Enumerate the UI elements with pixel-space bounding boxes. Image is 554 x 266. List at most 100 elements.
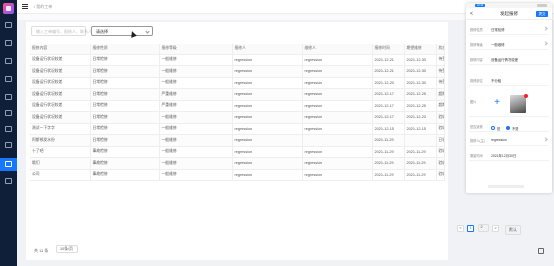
table-row[interactable]: 测试一下字字 日常检修 一般维修 regression regression 2021-1… xyxy=(30,123,445,135)
table-cell: regression xyxy=(232,54,303,66)
table-cell: 验收不通过 xyxy=(436,169,445,181)
table-cell: 日常检修 xyxy=(90,134,160,147)
status-select-value: 请选择 xyxy=(96,29,108,34)
table-cell: 待受理 xyxy=(436,77,445,89)
table-row[interactable]: 设备运行状况较差 日常检修 一般维修 regression regression 2021… xyxy=(30,111,445,124)
table-cell: 超期待受理 xyxy=(436,88,445,101)
sidebar-gear-icon[interactable] xyxy=(5,126,12,132)
table-cell: regression xyxy=(302,123,373,135)
table-cell: regression xyxy=(302,169,373,181)
table-row[interactable]: 设备运行状况较差 日常检修 严重维修 regression regression 2021… xyxy=(30,100,445,112)
table-cell: 设备运行状况较差 xyxy=(30,54,91,66)
submit-button[interactable]: 提交 xyxy=(536,11,548,17)
search-input[interactable]: 输入工单编号、报修人、联系人 xyxy=(31,26,92,36)
radio-no-label: 不是 xyxy=(512,127,519,131)
table-cell: regression xyxy=(302,54,373,66)
table-cell: 一般维修 xyxy=(159,146,233,158)
size-button[interactable]: 默认 xyxy=(505,225,521,235)
table-cell: 哦们 xyxy=(30,157,91,170)
table-row[interactable]: 设备运行状况较差 日常检修 一般维修 regression regression 2021… xyxy=(30,54,445,66)
pager-total: 共 11 条 xyxy=(34,248,49,253)
table-body: 设备运行状况较差 日常检修 一般维修 regression regression 2021… xyxy=(30,54,445,181)
field-label: 期望时间 xyxy=(470,154,483,158)
signal-battery-icon xyxy=(537,4,547,7)
table-cell: 验收通过 xyxy=(436,111,445,124)
work-order-table: 报修内容报修性质报修等级报修人维修人报修时间期望维修状态 设备运行状况较差日常检… xyxy=(30,44,445,181)
menu-toggle-icon[interactable] xyxy=(22,4,28,9)
table-cell: 2021-12-17 xyxy=(372,111,405,124)
field-expected-time[interactable]: 期望时间 2021年12月30日 xyxy=(469,149,549,161)
table-cell: regression xyxy=(232,146,303,158)
table-cell: 2021-11-29 xyxy=(372,146,405,158)
table-cell: regression xyxy=(302,65,373,78)
delete-photo-icon[interactable] xyxy=(524,94,528,98)
column-header: 报修性质 xyxy=(90,44,160,55)
column-header: 报修人 xyxy=(232,44,303,55)
sidebar-doc-icon[interactable] xyxy=(5,94,12,100)
page-1-button[interactable]: 1 xyxy=(467,225,474,232)
table-cell: regression xyxy=(232,123,303,135)
radio-yes[interactable] xyxy=(491,126,495,130)
field-repair-location[interactable]: 报修部位 不分租 xyxy=(469,74,549,86)
table-cell xyxy=(302,134,373,147)
table-cell: 一般维修 xyxy=(159,111,233,124)
table-cell: 2021-12-17 xyxy=(372,88,405,101)
table-cell: 2021-12-20 xyxy=(372,77,405,89)
next-page-button[interactable]: > xyxy=(492,225,499,232)
app-logo xyxy=(3,3,14,14)
table-cell: 日常检修 xyxy=(90,100,160,112)
sidebar-home-icon[interactable] xyxy=(5,22,12,28)
sidebar-user-icon[interactable] xyxy=(5,110,12,116)
field-repair-level[interactable]: 报修等级 一般维修 xyxy=(469,38,549,50)
table-cell: regression xyxy=(302,157,373,170)
table-cell: 验收通过 xyxy=(436,123,445,135)
table-cell: 待受理 xyxy=(436,54,445,66)
table-row[interactable]: 公司 事故检修 一般维修 regression regression 2021-11-29… xyxy=(30,169,445,181)
table-cell: regression xyxy=(302,111,373,124)
drawer-header: < 发起报修 提交 xyxy=(466,8,552,20)
table-cell: regression xyxy=(302,146,373,158)
scroll-indicator xyxy=(488,185,524,188)
sidebar-device-icon[interactable] xyxy=(5,58,12,64)
status-time: 10:30 xyxy=(475,4,485,7)
sidebar-repair-icon[interactable] xyxy=(5,161,12,167)
table-cell: regression xyxy=(232,65,303,78)
sidebar-chart-icon[interactable] xyxy=(5,40,12,46)
field-label: 图片 xyxy=(470,100,477,104)
radio-no[interactable] xyxy=(506,126,510,130)
field-reporter[interactable]: 报修人(主) regression xyxy=(469,134,549,146)
table-row[interactable]: 设备运行状况较差 日常检修 一般维修 regression regression 2021… xyxy=(30,65,445,78)
page-size-select[interactable]: 10条/页 xyxy=(56,245,78,253)
table-cell: 日常检修 xyxy=(90,88,160,101)
radio-yes-label: 是 xyxy=(497,127,501,131)
table-cell: 验收不通过 xyxy=(436,157,445,170)
table-row[interactable]: 设备运行状况较差 日常检修 一般维修 regression regression 2021… xyxy=(30,77,445,89)
page-2-button[interactable]: 2 xyxy=(478,225,485,232)
table-cell: 设备运行状况较差 xyxy=(30,88,91,101)
table-cell: 设备运行状况较差 xyxy=(30,77,91,89)
prev-page-button[interactable]: < xyxy=(457,225,464,232)
table-cell: regression xyxy=(232,100,303,112)
field-repair-type[interactable]: 报修性质 日常检修 xyxy=(469,23,549,35)
sidebar-tool-icon[interactable] xyxy=(5,142,12,148)
photo-thumbnail[interactable] xyxy=(510,95,526,113)
mobile-preview-drawer: 10:30 < 发起报修 提交 报修性质 日常检修 报修等级 一般维修 报修内容… xyxy=(466,3,552,193)
sidebar-list-icon[interactable] xyxy=(5,76,12,82)
table-cell: 日常检修 xyxy=(90,54,160,66)
table-row[interactable]: 阿斯顿发水份日常检修一般维修regression 2021-11-29 已驳回 xyxy=(30,134,445,147)
toolbar-bottom-icon[interactable] xyxy=(538,248,544,254)
table-row[interactable]: 哦们 事故检修 一般维修 regression regression 2021-11-29… xyxy=(30,157,445,170)
field-repair-content[interactable]: 报修内容 设备运行情况较差 xyxy=(469,53,549,65)
table-row[interactable]: 设备运行状况较差 日常检修 严重维修 regression regression 2021… xyxy=(30,88,445,101)
upload-plus-button[interactable]: + xyxy=(491,97,503,109)
column-header: 状态 xyxy=(436,44,445,55)
table-cell: 2021-12-25 xyxy=(404,100,437,112)
sidebar-report-icon[interactable] xyxy=(5,178,12,184)
table-row[interactable]: 十了吧 事故检修 一般维修 regression regression 2021-11-2… xyxy=(30,146,445,158)
table-cell: 事故检修 xyxy=(90,169,160,181)
field-value: 不分租 xyxy=(491,79,502,83)
table-cell: 一般维修 xyxy=(159,134,233,147)
status-select[interactable]: 请选择 xyxy=(91,26,153,36)
table-cell: 超期待受理 xyxy=(436,100,445,112)
table-cell: 2021-12-25 xyxy=(404,88,437,101)
